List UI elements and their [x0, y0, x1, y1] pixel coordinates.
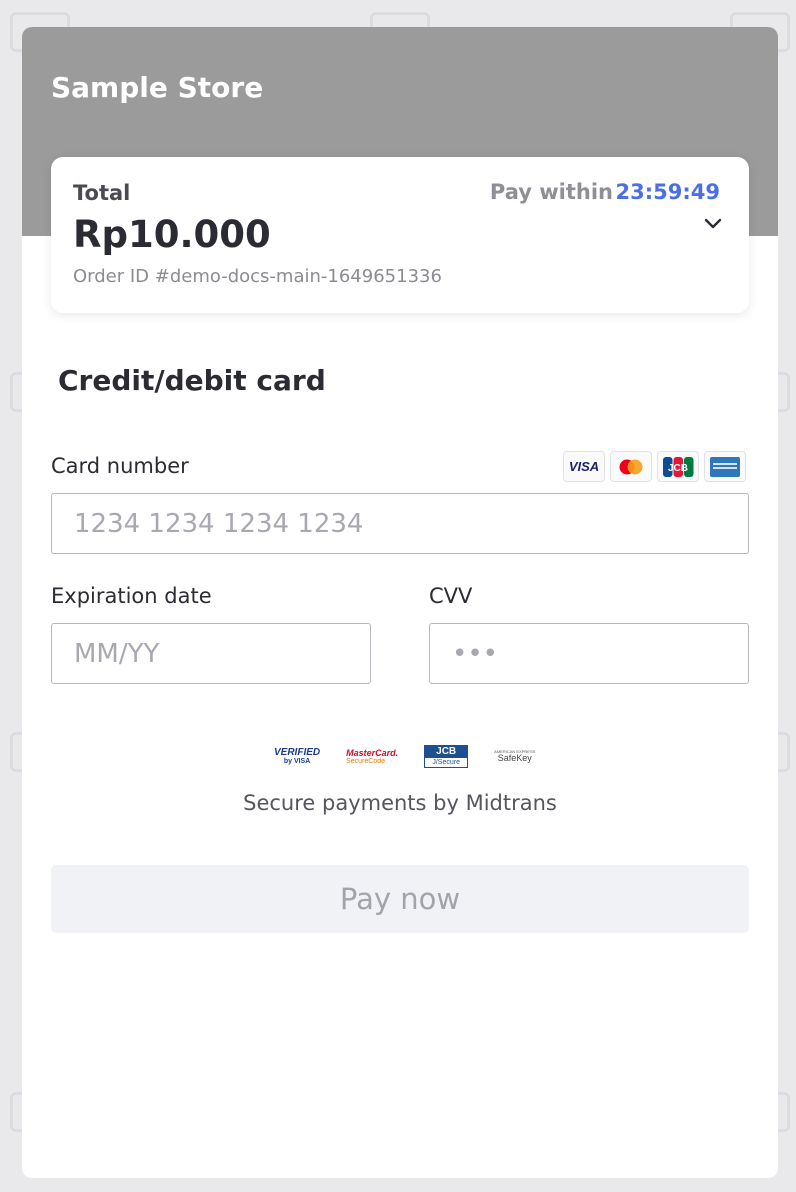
total-amount: Rp10.000 [73, 213, 271, 256]
expiry-input[interactable] [51, 623, 371, 684]
amex-logo [704, 451, 746, 482]
order-summary-card[interactable]: Total Rp10.000 Order ID #demo-docs-main-… [51, 157, 749, 313]
cvv-label: CVV [429, 584, 473, 608]
payment-method-title: Credit/debit card [58, 364, 326, 397]
secure-payments-text: Secure payments by Midtrans [243, 791, 557, 815]
mastercard-securecode-badge: MasterCard. SecureCode [346, 747, 399, 765]
cvv-input[interactable] [429, 623, 749, 684]
chevron-down-icon[interactable] [703, 217, 723, 231]
jcb-logo: JCB [657, 451, 699, 482]
order-id: Order ID #demo-docs-main-1649651336 [73, 266, 442, 287]
payment-modal: Sample Store Total Rp10.000 Order ID #de… [22, 27, 778, 1178]
pay-now-button[interactable]: Pay now [51, 865, 749, 933]
verified-by-visa-badge: VERIFIED by VISA [274, 747, 321, 766]
secure-badges: VERIFIED by VISA MasterCard. SecureCode … [274, 745, 535, 768]
visa-logo: VISA [563, 451, 605, 482]
amex-safekey-badge: AMERICAN EXPRESS SafeKey [494, 749, 536, 763]
card-number-label: Card number [51, 454, 189, 478]
svg-text:JCB: JCB [668, 463, 688, 474]
countdown-timer: 23:59:49 [615, 180, 720, 204]
store-name: Sample Store [51, 71, 264, 104]
total-label: Total [73, 181, 131, 205]
card-number-input[interactable] [51, 493, 749, 554]
expiry-label: Expiration date [51, 584, 212, 608]
jcb-jsecure-badge: JCB J/Secure [424, 745, 469, 768]
card-brand-logos: VISA JCB [563, 451, 746, 482]
mastercard-logo [610, 451, 652, 482]
pay-within-label: Pay within [489, 180, 613, 204]
